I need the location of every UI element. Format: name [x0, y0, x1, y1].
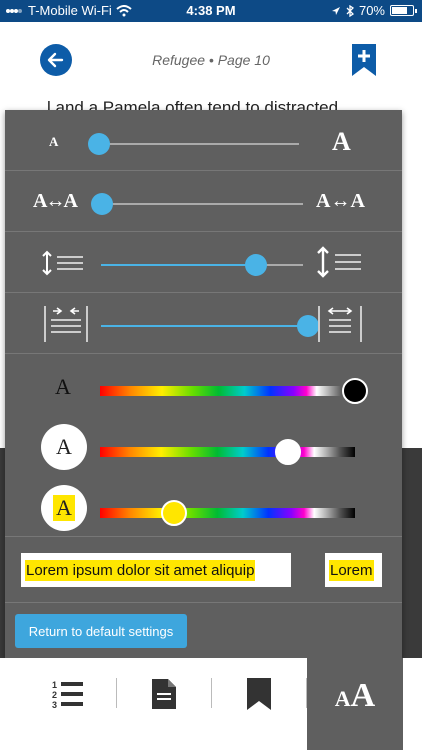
preview-text: Lorem ipsum dolor sit amet aliquip	[25, 559, 256, 581]
highlight-color-knob[interactable]	[161, 500, 187, 526]
bookmark-icon	[247, 678, 271, 710]
line-height-small-icon	[42, 250, 83, 276]
bottom-toolbar: 1 2 3 AA	[0, 658, 422, 750]
text-settings-icon: AA	[335, 677, 375, 715]
reader-header: Refugee • Page 10	[0, 22, 422, 100]
font-size-knob[interactable]	[88, 133, 110, 155]
font-size-track[interactable]	[99, 143, 299, 145]
numbered-list-icon: 1 2 3	[52, 680, 83, 709]
location-icon	[331, 6, 340, 15]
margins-fill	[101, 325, 307, 327]
line-height-row	[5, 232, 402, 293]
preview-text-box: Lorem ipsum dolor sit amet aliquip	[21, 553, 291, 587]
background-color-knob[interactable]	[275, 439, 301, 465]
line-height-fill	[101, 264, 255, 266]
margins-wide-icon	[318, 306, 362, 342]
svg-text:3: 3	[52, 700, 57, 709]
highlight-color-swatch: A	[41, 485, 87, 531]
battery-percent: 70%	[358, 3, 385, 18]
battery-icon	[390, 5, 417, 16]
aa-large: A	[350, 677, 376, 714]
bluetooth-icon	[346, 4, 354, 17]
font-size-small-label: A	[49, 134, 59, 149]
text-color-spectrum[interactable]	[100, 386, 358, 396]
letter-spacing-wide-label: A↔A	[316, 190, 365, 212]
background-color-swatch: A	[41, 424, 87, 470]
toolbar-bookmarks[interactable]	[221, 658, 297, 730]
toolbar-divider	[116, 678, 117, 708]
text-color-label: A	[55, 374, 71, 399]
svg-text:1: 1	[52, 680, 57, 690]
letter-spacing-tight-label: A↔A	[33, 190, 78, 212]
margins-row	[5, 293, 402, 354]
text-color-row: A	[5, 354, 402, 416]
line-height-large-icon	[317, 246, 361, 278]
reset-defaults-button[interactable]: Return to default settings	[15, 614, 187, 648]
letter-spacing-knob[interactable]	[91, 193, 113, 215]
text-color-knob[interactable]	[342, 378, 368, 404]
background-color-label: A	[56, 434, 72, 459]
aa-small: A	[334, 686, 351, 711]
toolbar-document[interactable]	[126, 658, 202, 730]
font-size-row: A A	[5, 110, 402, 171]
letter-spacing-track[interactable]	[101, 203, 303, 205]
background-color-spectrum[interactable]	[100, 447, 355, 457]
svg-text:2: 2	[52, 690, 57, 700]
margins-knob[interactable]	[297, 315, 319, 337]
status-bar: T-Mobile Wi-Fi 4:38 PM 70%	[0, 0, 422, 22]
preview-small-box: Lorem	[325, 553, 382, 587]
highlight-color-spectrum[interactable]	[100, 508, 355, 518]
preview-small-text: Lorem	[329, 559, 374, 581]
preview-row: Lorem ipsum dolor sit amet aliquip Lorem	[5, 537, 402, 603]
line-height-knob[interactable]	[245, 254, 267, 276]
toolbar-table-of-contents[interactable]: 1 2 3	[30, 658, 106, 730]
add-bookmark-button[interactable]	[352, 44, 376, 81]
toolbar-text-settings[interactable]: AA	[307, 658, 403, 750]
highlight-color-label: A	[53, 495, 75, 521]
background-color-row: A	[5, 416, 402, 478]
toolbar-divider	[211, 678, 212, 708]
status-right: 70%	[331, 3, 417, 18]
font-size-large-label: A	[332, 127, 351, 156]
margins-narrow-icon	[44, 306, 88, 342]
highlight-color-row: A	[5, 478, 402, 537]
bookmark-plus-icon	[352, 44, 376, 76]
text-settings-panel: A A A↔A A↔A A A A Lorem ipsum dolor sit …	[5, 110, 402, 658]
letter-spacing-row: A↔A A↔A	[5, 171, 402, 232]
document-icon	[152, 679, 176, 709]
